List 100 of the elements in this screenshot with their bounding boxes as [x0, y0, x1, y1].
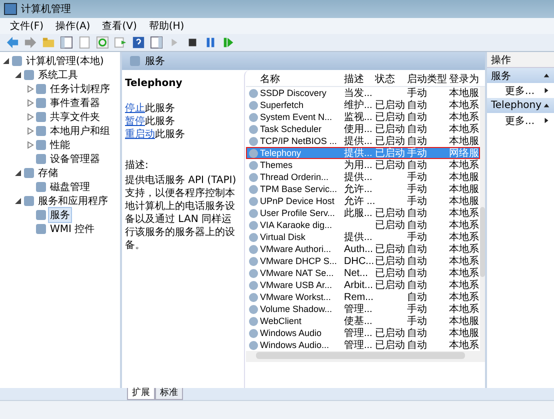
submenu-arrow-icon [543, 117, 550, 124]
tree-item[interactable]: WMI 控件 [48, 221, 97, 237]
service-row[interactable]: Thread Orderin... 提供... 手动 本地服 [246, 171, 480, 183]
service-row[interactable]: UPnP Device Host 允许 ... 手动 本地服 [246, 195, 480, 207]
link-suffix: 此服务 [145, 116, 175, 127]
panel-icon[interactable] [60, 36, 73, 49]
service-row[interactable]: VIA Karaoke dig... 已启动 自动 本地系 [246, 219, 480, 231]
stop-icon[interactable] [186, 36, 199, 49]
column-header[interactable]: 登录为 [449, 72, 479, 86]
tree-item[interactable]: 服务 [48, 207, 72, 223]
service-row[interactable]: SSDP Discovery 当发... 手动 本地服 [246, 87, 480, 99]
table-cell-text: 自动 [407, 207, 428, 220]
horizontal-scrollbar[interactable] [246, 351, 485, 362]
description-label: 描述: [125, 158, 150, 172]
node-icon [36, 224, 46, 234]
vertical-scrollbar[interactable] [480, 87, 485, 351]
expand-arrow-icon[interactable] [26, 141, 34, 149]
tree-item[interactable]: 事件查看器 [48, 95, 102, 111]
menu-item[interactable]: 查看(V) [102, 19, 137, 33]
collapse-arrow-icon[interactable] [543, 102, 550, 109]
expand-arrow-icon[interactable] [26, 113, 34, 121]
tree-item[interactable]: 设备管理器 [48, 151, 102, 167]
service-row[interactable]: Themes 为用... 已启动 自动 本地系 [246, 159, 480, 171]
table-cell-text: Auth... [344, 244, 374, 254]
column-header[interactable]: 名称 [260, 72, 344, 86]
table-cell-text: 已启动 [375, 146, 406, 160]
link-suffix: 此服务 [155, 129, 185, 140]
collapse-arrow-icon[interactable] [14, 71, 22, 79]
table-cell-text: 提供... [344, 135, 374, 148]
help-icon[interactable] [132, 36, 145, 49]
action-link[interactable]: 暂停 [125, 116, 145, 127]
service-name: Telephony [125, 78, 184, 89]
description-text: 提供电话服务 API (TAPI)支持，以便各程序控制本地计算机上的电话服务设备以及通过 LAN 同样运行该服务的服务器上的设备。 [125, 174, 238, 252]
menu-item[interactable]: 操作(A) [56, 19, 90, 33]
expand-arrow-icon[interactable] [26, 85, 34, 93]
service-row[interactable]: Virtual Disk 提供... 手动 本地系 [246, 231, 480, 243]
column-header[interactable]: 启动类型 [407, 72, 449, 86]
table-cell-text: 已启动 [375, 98, 406, 112]
column-header[interactable]: 状态 [375, 72, 407, 86]
tree-item[interactable]: 计算机管理(本地) [24, 53, 106, 69]
expand-arrow-icon[interactable] [26, 127, 34, 135]
action-link[interactable]: 停止 [125, 103, 145, 114]
service-row[interactable]: User Profile Serv... 此服... 已启动 自动 本地系 [246, 207, 480, 219]
expand-arrow-icon[interactable] [26, 99, 34, 107]
table-cell-text: 自动 [407, 243, 428, 256]
pause-icon[interactable] [204, 36, 217, 49]
action-link[interactable]: 重启动 [125, 129, 155, 140]
document-icon[interactable] [78, 36, 91, 49]
tree-item[interactable]: 系统工具 [36, 67, 80, 83]
service-row[interactable]: VMware Authori... Auth... 已启动 自动 本地系 [246, 243, 480, 255]
table-cell-text: 本地系 [449, 266, 479, 280]
table-cell-text: 本地服 [449, 170, 479, 184]
service-row[interactable]: Superfetch 维护... 已启动 自动 本地系 [246, 99, 480, 111]
column-header[interactable]: 描述 [344, 72, 375, 86]
service-row[interactable]: System Event N... 监视... 已启动 自动 本地系 [246, 111, 480, 123]
tree-item[interactable]: 存储 [36, 165, 60, 181]
panel-icon[interactable] [150, 36, 163, 49]
service-row[interactable]: Volume Shadow... 管理... 手动 本地系 [246, 303, 480, 315]
restart-icon[interactable] [222, 36, 235, 49]
service-row[interactable]: Windows Audio 管理... 已启动 自动 本地服 [246, 327, 480, 339]
tree-item[interactable]: 共享文件夹 [48, 109, 102, 125]
back-arrow-icon[interactable] [6, 36, 19, 49]
action-group-header[interactable]: Telephony [487, 98, 554, 113]
view-tab[interactable]: 标准 [155, 388, 183, 400]
menu-item[interactable]: 帮助(H) [148, 19, 184, 33]
table-cell-text: 本地系 [449, 122, 479, 136]
collapse-arrow-icon[interactable] [14, 197, 22, 205]
table-cell-text: 自动 [407, 255, 428, 268]
tree-item[interactable]: 磁盘管理 [48, 179, 92, 195]
service-row[interactable]: VMware Workst... Rem... 自动 本地系 [246, 291, 480, 303]
service-row[interactable]: Windows Audio... 管理... 已启动 自动 本地系 [246, 339, 480, 351]
panel-title: 服务 [145, 55, 165, 68]
service-row[interactable]: Task Scheduler 使用... 已启动 自动 本地系 [246, 123, 480, 135]
table-cell-text: TCP/IP NetBIOS ... [260, 136, 338, 146]
service-row[interactable]: VMware DHCP S... DHC...已启动 自动 本地系 [246, 255, 480, 267]
tree-item[interactable]: 任务计划程序 [48, 81, 112, 97]
service-row[interactable]: TCP/IP NetBIOS ... 提供... 已启动 自动 本地服 [246, 135, 480, 147]
view-tab[interactable]: 扩展 [127, 388, 155, 400]
table-cell-text: 已启动 [375, 338, 406, 352]
tree-item[interactable]: 服务和应用程序 [36, 193, 110, 209]
collapse-arrow-icon[interactable] [14, 169, 22, 177]
collapse-arrow-icon[interactable] [2, 57, 10, 65]
collapse-arrow-icon[interactable] [543, 72, 550, 79]
action-group-header[interactable]: 服务 [487, 68, 554, 83]
table-cell-text: 自动 [407, 219, 428, 232]
export-icon[interactable] [114, 36, 127, 49]
service-row[interactable]: TPM Base Servic... 允许... 手动 本地服 [246, 183, 480, 195]
service-row[interactable]: VMware USB Ar... Arbit... 已启动 自动 本地系 [246, 279, 480, 291]
tree-item[interactable]: 本地用户和组 [48, 123, 112, 139]
link-suffix: 此服务 [145, 103, 175, 114]
action-item[interactable]: 更多... [487, 83, 554, 98]
forward-arrow-icon[interactable] [24, 36, 37, 49]
action-item[interactable]: 更多... [487, 113, 554, 128]
service-row[interactable]: VMware NAT Se... Net... 已启动 自动 本地系 [246, 267, 480, 279]
table-cell-text: 提供... [344, 147, 374, 160]
menu-item[interactable]: 文件(F) [10, 19, 44, 33]
refresh-icon[interactable] [96, 36, 109, 49]
folder-icon[interactable] [42, 36, 55, 49]
tree-item[interactable]: 性能 [48, 137, 72, 153]
service-row[interactable]: WebClient 使基... 手动 本地服 [246, 315, 480, 327]
